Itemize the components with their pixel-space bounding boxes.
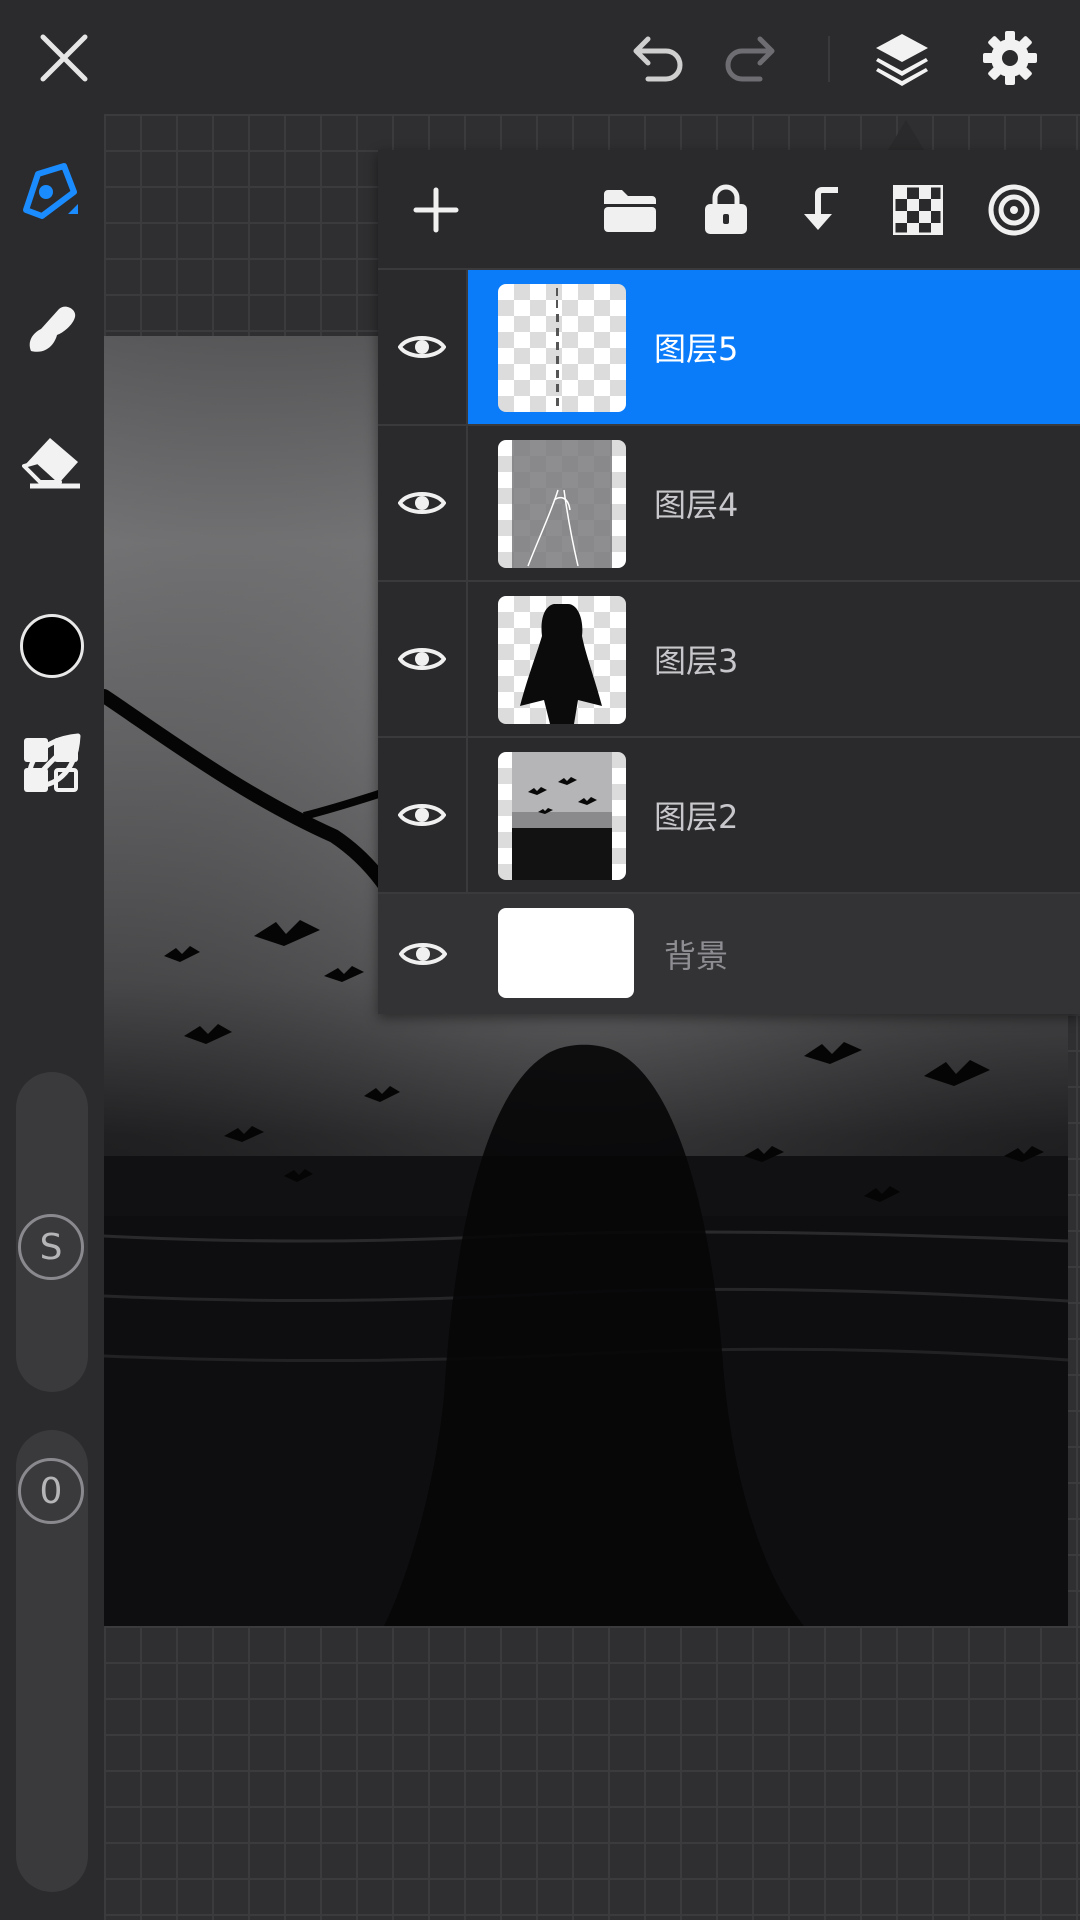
layer-name: 图层2 xyxy=(654,798,739,836)
lock-icon[interactable] xyxy=(690,174,762,246)
smudge-brush-icon[interactable] xyxy=(16,294,88,366)
layer-row[interactable]: 图层4 xyxy=(378,426,1080,582)
layer-name: 图层5 xyxy=(654,330,739,368)
redo-icon[interactable] xyxy=(716,22,788,94)
layer-thumbnail xyxy=(498,596,626,724)
layer-row[interactable]: 图层2 xyxy=(378,738,1080,894)
visibility-toggle[interactable] xyxy=(378,738,468,892)
layer-thumbnail xyxy=(498,284,626,412)
eye-icon xyxy=(399,943,447,965)
pen-tool-icon[interactable] xyxy=(16,154,88,226)
eye-icon xyxy=(398,648,446,670)
settings-icon[interactable] xyxy=(974,22,1046,94)
eye-icon xyxy=(398,804,446,826)
visibility-toggle[interactable] xyxy=(378,270,468,424)
layer-row[interactable]: 图层5 xyxy=(378,270,1080,426)
layer-row[interactable]: 图层3 xyxy=(378,582,1080,738)
undo-icon[interactable] xyxy=(620,22,692,94)
eye-icon xyxy=(398,336,446,358)
layers-icon[interactable] xyxy=(866,22,938,94)
merge-down-icon[interactable] xyxy=(786,174,858,246)
top-bar xyxy=(0,0,1080,114)
opacity-slider-knob[interactable]: 0 xyxy=(18,1458,84,1524)
eye-icon xyxy=(398,492,446,514)
close-icon[interactable] xyxy=(28,22,100,94)
layers-panel: 图层5 图层4 图层3 图层2 背景 xyxy=(378,150,1080,1014)
size-slider-knob[interactable]: S xyxy=(18,1214,84,1280)
grid-menu-icon[interactable] xyxy=(16,730,88,802)
blend-mode-icon[interactable] xyxy=(978,174,1050,246)
background-layer-row[interactable]: 背景 xyxy=(378,894,1080,1014)
transparency-icon[interactable] xyxy=(882,174,954,246)
layers-panel-toolbar xyxy=(378,150,1080,270)
folder-icon[interactable] xyxy=(594,174,666,246)
tool-sidebar: S 0 xyxy=(0,114,104,1920)
visibility-toggle[interactable] xyxy=(378,582,468,736)
color-swatch[interactable] xyxy=(20,614,84,678)
layers-panel-caret xyxy=(888,120,924,150)
layer-thumbnail xyxy=(498,752,626,880)
visibility-toggle[interactable] xyxy=(378,894,468,1014)
visibility-toggle[interactable] xyxy=(378,426,468,580)
layer-name: 图层3 xyxy=(654,642,739,680)
layer-thumbnail xyxy=(498,440,626,568)
background-thumbnail xyxy=(498,908,634,998)
eraser-icon[interactable] xyxy=(16,424,88,496)
toolbar-divider xyxy=(828,36,830,82)
add-layer-icon[interactable] xyxy=(400,174,472,246)
layer-name: 图层4 xyxy=(654,486,739,524)
layer-name: 背景 xyxy=(664,937,729,975)
